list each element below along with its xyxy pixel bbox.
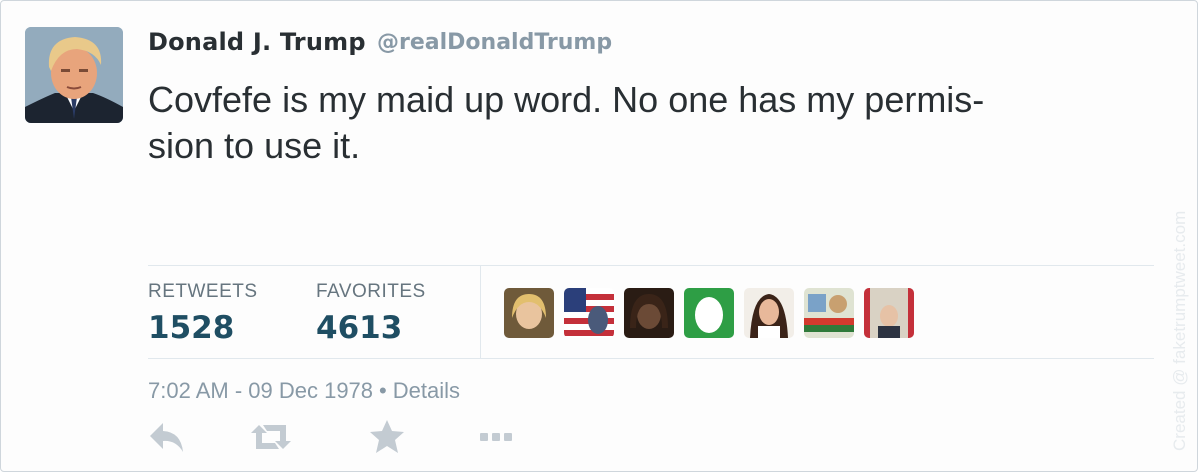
timestamp-datetime[interactable]: 7:02 AM - 09 Dec 1978 bbox=[148, 378, 373, 403]
retweets-label: RETWEETS bbox=[148, 281, 258, 302]
tweet-text-line-2: sion to use it. bbox=[148, 125, 361, 166]
author-name[interactable]: Donald J. Trump bbox=[148, 28, 366, 56]
tweet-text: Covfefe is my maid up word. No one has m… bbox=[148, 77, 1048, 169]
stats-divider bbox=[480, 266, 481, 358]
favorites-label: FAVORITES bbox=[316, 281, 426, 302]
tweet-card: Donald J. Trump @realDonaldTrump Covfefe… bbox=[0, 0, 1198, 472]
watermark: Created @ faketrumptweet.com bbox=[1170, 210, 1189, 451]
favoriter-avatar-5[interactable] bbox=[744, 288, 794, 338]
favorites-count: 4613 bbox=[316, 310, 403, 346]
author-handle[interactable]: @realDonaldTrump bbox=[377, 30, 612, 55]
tweet-timestamp: 7:02 AM - 09 Dec 1978 • Details bbox=[148, 378, 460, 404]
retweets-count: 1528 bbox=[148, 310, 235, 346]
retweet-icon[interactable] bbox=[251, 419, 291, 460]
favorite-icon[interactable] bbox=[368, 419, 406, 460]
tweet-stats: RETWEETS 1528 FAVORITES 4613 bbox=[148, 265, 1154, 359]
favoriter-avatar-1[interactable] bbox=[504, 288, 554, 338]
details-link[interactable]: Details bbox=[393, 378, 460, 403]
favoriter-avatar-4[interactable] bbox=[684, 288, 734, 338]
tweet-text-line-1: Covfefe is my maid up word. No one has m… bbox=[148, 79, 985, 120]
more-icon[interactable] bbox=[478, 425, 514, 454]
favoriter-avatar-2[interactable] bbox=[564, 288, 614, 338]
favoriter-avatar-7[interactable] bbox=[864, 288, 914, 338]
timestamp-separator: • bbox=[379, 378, 387, 403]
author-avatar[interactable] bbox=[25, 27, 123, 123]
favoriter-avatar-3[interactable] bbox=[624, 288, 674, 338]
favoriter-avatar-6[interactable] bbox=[804, 288, 854, 338]
reply-icon[interactable] bbox=[148, 419, 186, 460]
